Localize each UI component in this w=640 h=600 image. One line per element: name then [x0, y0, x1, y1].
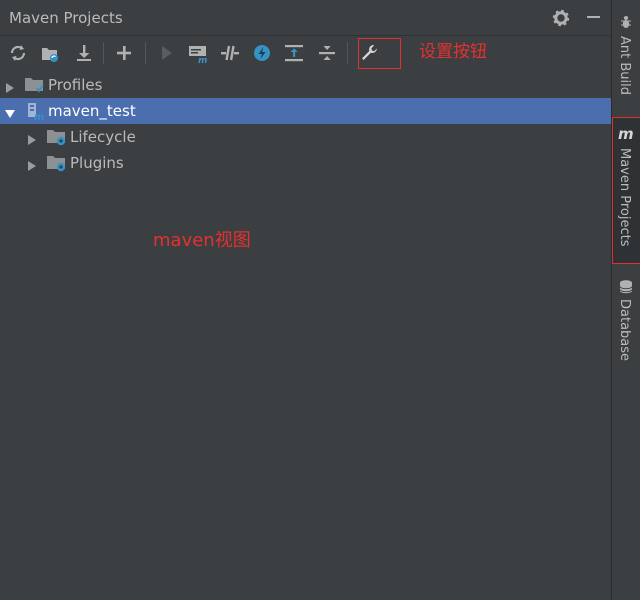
collapse-arrow-icon[interactable]: [4, 105, 16, 118]
tab-label: Ant Build: [617, 36, 632, 95]
maven-projects-panel: Maven Projects m 设置按钮 Profiles m maven_t…: [0, 0, 611, 600]
ant-icon: [618, 14, 634, 30]
toggle-offline-icon[interactable]: [219, 42, 241, 64]
tree-node-profiles[interactable]: Profiles: [0, 72, 611, 98]
tree-node-label: Plugins: [70, 154, 124, 172]
tree-node-maven-test[interactable]: m maven_test: [0, 98, 611, 124]
expand-arrow-icon[interactable]: [4, 79, 16, 93]
generate-sources-icon[interactable]: [39, 42, 61, 64]
expand-arrow-icon[interactable]: [26, 131, 38, 145]
minimize-icon[interactable]: [585, 8, 603, 26]
settings-button-annotation: 设置按钮: [419, 42, 487, 62]
panel-header: Maven Projects: [0, 0, 611, 36]
tab-label: Database: [617, 299, 632, 362]
toolbar-separator: [103, 42, 104, 64]
svg-text:m: m: [198, 56, 207, 64]
add-icon[interactable]: [113, 42, 135, 64]
svg-text:m: m: [618, 126, 634, 142]
tree-node-label: Lifecycle: [70, 128, 136, 146]
tab-maven-projects[interactable]: m Maven Projects: [612, 117, 640, 264]
skip-tests-icon[interactable]: [251, 42, 273, 64]
show-dependencies-icon[interactable]: [283, 42, 305, 64]
collapse-all-icon[interactable]: [316, 42, 338, 64]
gear-icon[interactable]: [552, 9, 570, 27]
settings-highlight-box: [358, 38, 401, 69]
tab-database[interactable]: Database: [612, 275, 640, 365]
database-icon: [618, 279, 634, 295]
toolbar-separator: [347, 42, 348, 64]
tab-label: Maven Projects: [617, 148, 632, 247]
maven-m-icon: m: [618, 125, 634, 143]
expand-arrow-icon[interactable]: [26, 157, 38, 171]
reimport-icon[interactable]: [7, 42, 29, 64]
execute-goal-icon[interactable]: m: [187, 42, 209, 64]
svg-text:m: m: [34, 112, 44, 121]
tree-node-lifecycle[interactable]: Lifecycle: [0, 124, 611, 150]
toolbar-separator: [145, 42, 146, 64]
tab-ant-build[interactable]: Ant Build: [612, 8, 640, 98]
maven-module-icon: m: [26, 101, 48, 123]
run-icon[interactable]: [155, 42, 177, 64]
right-tool-window-bar: Ant Build m Maven Projects Database: [611, 0, 640, 600]
profiles-folder-icon: [24, 75, 46, 95]
maven-toolbar: m: [0, 37, 611, 69]
tree-node-label: Profiles: [48, 76, 103, 94]
tree-node-label: maven_test: [48, 102, 136, 120]
tree-node-plugins[interactable]: Plugins: [0, 150, 611, 176]
lifecycle-folder-gear-icon: [46, 127, 68, 147]
plugins-folder-gear-icon: [46, 153, 68, 173]
panel-title: Maven Projects: [9, 9, 123, 27]
download-icon[interactable]: [73, 42, 95, 64]
maven-view-annotation: maven视图: [153, 230, 251, 251]
